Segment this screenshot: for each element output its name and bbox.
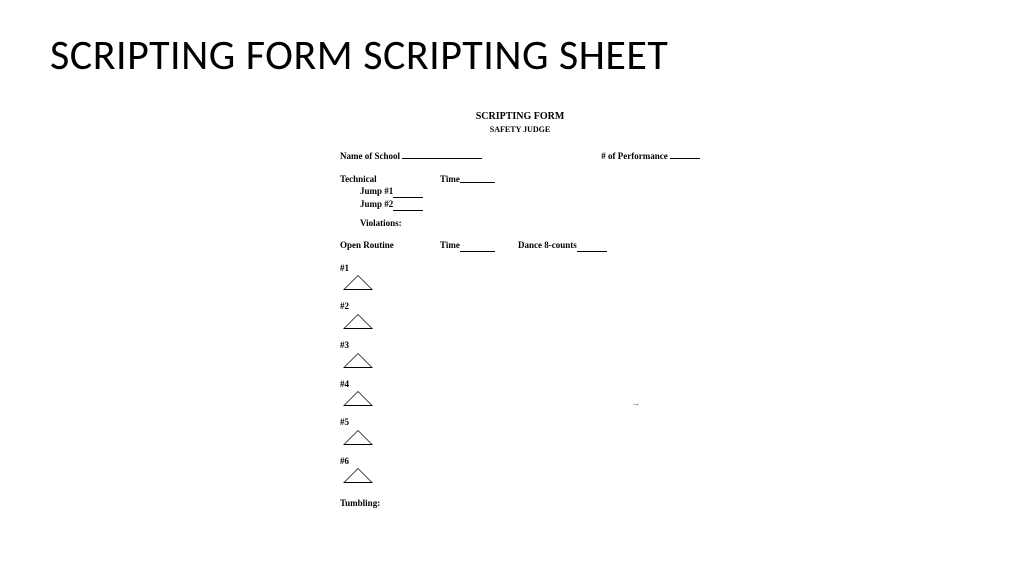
stunt-6-label: #6 <box>340 455 700 468</box>
triangle-icon <box>343 391 373 406</box>
jump1-blank <box>393 188 423 198</box>
triangle-icon <box>343 275 373 290</box>
school-blank <box>402 149 482 159</box>
stunt-3: #3 <box>340 339 700 368</box>
stunt-1-label: #1 <box>340 262 700 275</box>
triangle-icon <box>343 314 373 329</box>
open-routine-label: Open Routine <box>340 239 440 252</box>
slide-title: SCRIPTING FORM SCRIPTING SHEET <box>50 30 668 81</box>
doc-subtitle: SAFETY JUDGE <box>340 124 700 135</box>
jump2-label: Jump #2 <box>360 198 393 211</box>
violations-label: Violations: <box>360 217 700 230</box>
triangle-icon <box>343 353 373 368</box>
row-school-perf: Name of School # of Performance <box>340 149 700 163</box>
stunt-6: #6 <box>340 455 700 484</box>
tumbling-label: Tumbling: <box>340 497 700 510</box>
stunt-5: #5 <box>340 416 700 445</box>
time-blank-1 <box>460 173 495 183</box>
stunt-5-label: #5 <box>340 416 700 429</box>
school-field: Name of School <box>340 149 482 163</box>
technical-block: Technical Time Jump #1 Jump #2 Violation… <box>340 173 700 229</box>
dance8-label: Dance 8-counts <box>518 239 577 252</box>
triangle-icon <box>343 468 373 483</box>
stunt-2: #2 <box>340 300 700 329</box>
stunt-2-label: #2 <box>340 300 700 313</box>
perf-field: # of Performance <box>601 149 700 163</box>
technical-label: Technical <box>340 173 440 186</box>
jump1-label: Jump #1 <box>360 185 393 198</box>
time-blank-2 <box>460 242 495 252</box>
stunt-3-label: #3 <box>340 339 700 352</box>
doc-title: SCRIPTING FORM <box>340 110 700 124</box>
page-arrow-icon: → <box>631 397 640 410</box>
stunt-1: #1 <box>340 262 700 291</box>
time-label-1: Time <box>440 173 460 186</box>
school-label: Name of School <box>340 151 400 161</box>
jump2-blank <box>393 201 423 211</box>
perf-label: # of Performance <box>601 151 667 161</box>
triangle-icon <box>343 430 373 445</box>
doc-header: SCRIPTING FORM SAFETY JUDGE <box>340 110 700 135</box>
time-field-2: Time <box>440 239 518 252</box>
stunt-4-label: #4 <box>340 378 700 391</box>
perf-blank <box>670 149 700 159</box>
time-label-2: Time <box>440 239 460 252</box>
technical-header: Technical Time <box>340 173 700 186</box>
jump1-field: Jump #1 <box>360 185 700 198</box>
jump2-field: Jump #2 <box>360 198 700 211</box>
stunt-4: #4 <box>340 378 700 407</box>
dance8-blank <box>577 242 607 252</box>
open-routine-row: Open Routine Time Dance 8-counts <box>340 239 700 252</box>
dance8-field: Dance 8-counts <box>518 239 607 252</box>
form-document: SCRIPTING FORM SAFETY JUDGE Name of Scho… <box>340 110 700 510</box>
